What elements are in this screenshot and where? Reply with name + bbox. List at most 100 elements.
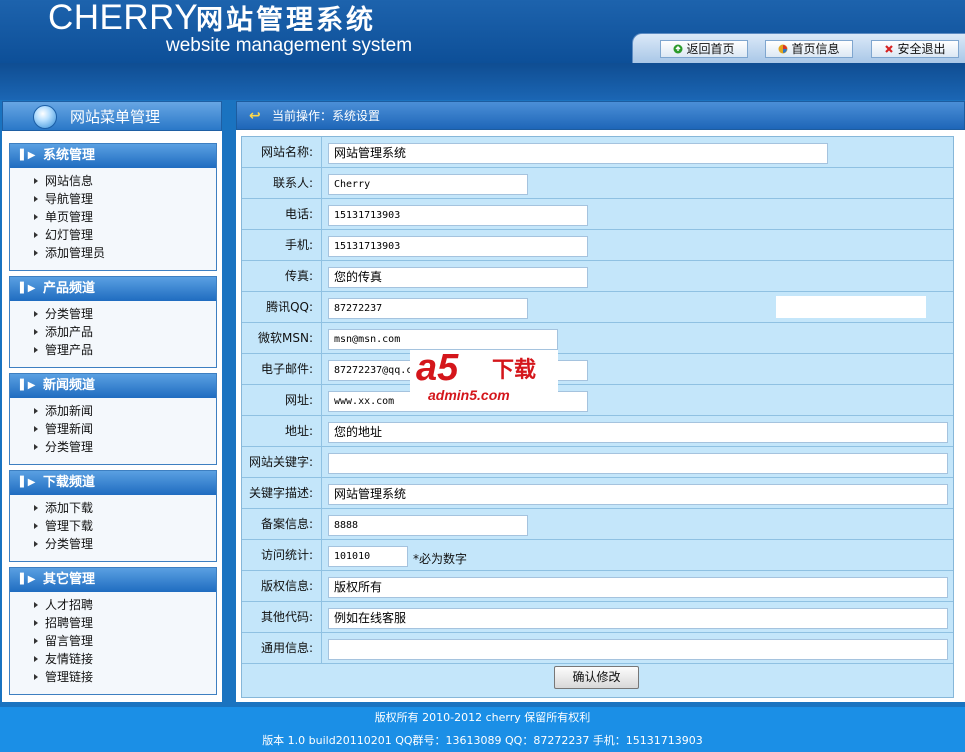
play-icon: ▌▶	[20, 380, 36, 391]
form-row: 通用信息:	[242, 633, 953, 664]
menu-group-products: ▌▶ 产品频道 分类管理 添加产品 管理产品	[9, 276, 217, 368]
menu-item-add-download[interactable]: 添加下载	[10, 499, 216, 517]
sidebar-title: 网站菜单管理	[70, 108, 161, 126]
menu-group-system: ▌▶ 系统管理 网站信息 导航管理 单页管理 幻灯管理 添加管理员	[9, 143, 217, 271]
description-input[interactable]: 网站管理系统	[328, 484, 948, 505]
menu-item-manage-product[interactable]: 管理产品	[10, 341, 216, 359]
submit-button[interactable]: 确认修改	[554, 666, 639, 689]
field-label: 版权信息:	[242, 571, 322, 601]
menu-item-page-manage[interactable]: 单页管理	[10, 208, 216, 226]
menu-group-title: 其它管理	[43, 572, 96, 587]
general-info-input[interactable]	[328, 639, 948, 660]
sidebar: 网站菜单管理 ▌▶ 系统管理 网站信息 导航管理 单页管理 幻灯管理 添加管理员 …	[2, 101, 222, 702]
menu-group-downloads: ▌▶ 下载频道 添加下载 管理下载 分类管理	[9, 470, 217, 562]
keywords-input[interactable]	[328, 453, 948, 474]
top-nav: 返回首页 首页信息 安全退出	[632, 33, 965, 63]
watermark-url: admin5.com	[428, 387, 510, 403]
field-label: 传真:	[242, 261, 322, 291]
form-row: 电话: 15131713903	[242, 199, 953, 230]
form-row: 网站关键字:	[242, 447, 953, 478]
fax-input[interactable]: 您的传真	[328, 267, 588, 288]
field-label: 联系人:	[242, 168, 322, 198]
menu-group-title: 新闻频道	[43, 378, 96, 393]
field-label: 关键字描述:	[242, 478, 322, 508]
field-label: 腾讯QQ:	[242, 292, 322, 322]
form-row: 腾讯QQ: 87272237	[242, 292, 953, 323]
menu-group-header[interactable]: ▌▶ 新闻频道	[10, 374, 216, 398]
menu-item-friend-links[interactable]: 友情链接	[10, 650, 216, 668]
menu-group-title: 产品频道	[43, 281, 96, 296]
settings-form: 网站名称: 网站管理系统 联系人: Cherry 电话: 15131713903…	[241, 136, 954, 698]
field-label: 访问统计:	[242, 540, 322, 570]
menu-item-add-admin[interactable]: 添加管理员	[10, 244, 216, 262]
contact-input[interactable]: Cherry	[328, 174, 528, 195]
field-label: 电子邮件:	[242, 354, 322, 384]
menu-group-other: ▌▶ 其它管理 人才招聘 招聘管理 留言管理 友情链接 管理链接	[9, 567, 217, 695]
mobile-input[interactable]: 15131713903	[328, 236, 588, 257]
site-name-input[interactable]: 网站管理系统	[328, 143, 828, 164]
logout-label: 安全退出	[897, 42, 946, 56]
menu-group-title: 下载频道	[43, 475, 96, 490]
globe-icon	[33, 105, 57, 129]
home-button-label: 返回首页	[686, 42, 735, 56]
play-icon: ▌▶	[20, 150, 36, 161]
menu-item-slide-manage[interactable]: 幻灯管理	[10, 226, 216, 244]
menu-item-site-info[interactable]: 网站信息	[10, 172, 216, 190]
form-row: 备案信息: 8888	[242, 509, 953, 540]
form-row: 微软MSN: msn@msn.com	[242, 323, 953, 354]
form-row: 访问统计: 101010 *必为数字	[242, 540, 953, 571]
menu-item-recruit-manage[interactable]: 招聘管理	[10, 614, 216, 632]
menu-item-manage-links[interactable]: 管理链接	[10, 668, 216, 686]
menu-item-category[interactable]: 分类管理	[10, 535, 216, 553]
address-input[interactable]: 您的地址	[328, 422, 948, 443]
phone-input[interactable]: 15131713903	[328, 205, 588, 226]
menu-item-category[interactable]: 分类管理	[10, 305, 216, 323]
menu-group-header[interactable]: ▌▶ 系统管理	[10, 144, 216, 168]
logout-button[interactable]: 安全退出	[871, 40, 959, 58]
menu-item-recruit[interactable]: 人才招聘	[10, 596, 216, 614]
logo-en: CHERRY	[48, 0, 199, 37]
stats-input[interactable]: 101010	[328, 546, 408, 567]
menu-item-guestbook[interactable]: 留言管理	[10, 632, 216, 650]
menu-item-add-product[interactable]: 添加产品	[10, 323, 216, 341]
menu-group-header[interactable]: ▌▶ 其它管理	[10, 568, 216, 592]
logout-icon	[884, 44, 894, 54]
menu-group-header[interactable]: ▌▶ 产品频道	[10, 277, 216, 301]
form-row: 关键字描述: 网站管理系统	[242, 478, 953, 509]
form-row: 网站名称: 网站管理系统	[242, 137, 953, 168]
field-label: 手机:	[242, 230, 322, 260]
field-label: 地址:	[242, 416, 322, 446]
app-header: CHERRY 网站管理系统 website management system …	[0, 0, 965, 63]
icp-input[interactable]: 8888	[328, 515, 528, 536]
menu-group-header[interactable]: ▌▶ 下载频道	[10, 471, 216, 495]
menu-item-manage-news[interactable]: 管理新闻	[10, 420, 216, 438]
qq-input[interactable]: 87272237	[328, 298, 528, 319]
form-row: 联系人: Cherry	[242, 168, 953, 199]
home-button[interactable]: 返回首页	[660, 40, 748, 58]
footer: 版权所有 2010-2012 cherry 保留所有权利 版本 1.0 buil…	[0, 707, 965, 752]
play-icon: ▌▶	[20, 574, 36, 585]
field-label: 通用信息:	[242, 633, 322, 663]
watermark-text: 下载	[492, 358, 537, 383]
blank-box	[776, 296, 926, 318]
field-label: 网站关键字:	[242, 447, 322, 477]
logo-cn: 网站管理系统	[196, 5, 376, 36]
copyright-input[interactable]: 版权所有	[328, 577, 948, 598]
menu-item-nav-manage[interactable]: 导航管理	[10, 190, 216, 208]
footer-copyright: 版权所有 2010-2012 cherry 保留所有权利	[374, 711, 591, 724]
home-info-button[interactable]: 首页信息	[765, 40, 853, 58]
other-code-input[interactable]: 例如在线客服	[328, 608, 948, 629]
breadcrumb: 当前操作：系统设置	[272, 109, 381, 123]
info-icon	[778, 44, 788, 54]
form-row: 手机: 15131713903	[242, 230, 953, 261]
menu-item-manage-download[interactable]: 管理下载	[10, 517, 216, 535]
menu-item-category[interactable]: 分类管理	[10, 438, 216, 456]
menu-item-add-news[interactable]: 添加新闻	[10, 402, 216, 420]
play-icon: ▌▶	[20, 477, 36, 488]
field-label: 微软MSN:	[242, 323, 322, 353]
play-icon: ▌▶	[20, 283, 36, 294]
sidebar-header: 网站菜单管理	[2, 101, 222, 131]
form-row: 电子邮件: 87272237@qq.c	[242, 354, 953, 385]
field-label: 网址:	[242, 385, 322, 415]
logo-subtitle: website management system	[166, 35, 413, 56]
